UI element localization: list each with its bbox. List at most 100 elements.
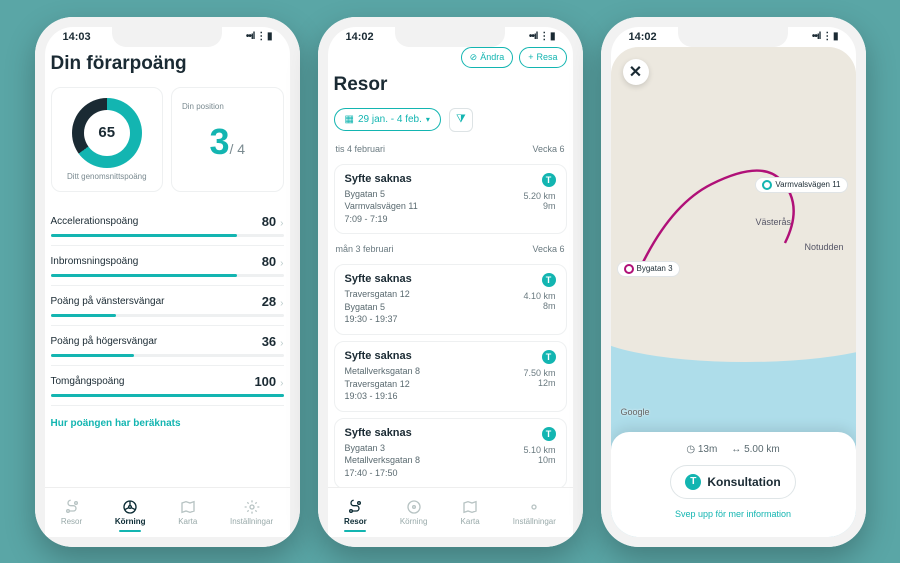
trip-card[interactable]: TSyfte saknasTraversgatan 12Bygatan 519:… xyxy=(334,264,567,335)
page-title: Din förarpoäng xyxy=(51,53,284,75)
metric-value: 80 xyxy=(262,254,276,269)
filter-button[interactable]: ⧩ xyxy=(449,108,473,132)
distance-stat: ↔ 5.00 km xyxy=(731,444,779,455)
day-header: tis 4 februariVecka 6 xyxy=(334,140,567,158)
signal-icons: ••ıl ⋮ ▮ xyxy=(246,31,272,42)
google-attribution: Google xyxy=(621,407,650,417)
metric-row[interactable]: Accelerationspoäng80› xyxy=(51,206,284,246)
chevron-right-icon: › xyxy=(280,298,283,309)
metric-value: 80 xyxy=(262,214,276,229)
avg-score-label: Ditt genomsnittspoäng xyxy=(62,172,153,182)
trip-distance: 7.50 km xyxy=(523,368,555,378)
metric-value: 100 xyxy=(254,374,276,389)
tab-resor[interactable]: Resor xyxy=(344,499,367,526)
category-badge-icon: T xyxy=(542,427,556,441)
edit-button[interactable]: ⊘Ändra xyxy=(461,47,514,68)
trip-times: 19:03 - 19:16 xyxy=(345,390,556,403)
map-view[interactable]: ✕ Varmvalsvägen 11 Bygatan 3 Västerås No… xyxy=(611,47,856,537)
notch xyxy=(112,27,222,47)
close-icon: ✕ xyxy=(629,62,642,82)
how-calculated-link[interactable]: Hur poängen har beräknats xyxy=(51,418,284,429)
trip-duration: 8m xyxy=(523,301,555,311)
close-button[interactable]: ✕ xyxy=(623,59,649,85)
gear-icon xyxy=(526,499,542,515)
add-trip-button[interactable]: +Resa xyxy=(519,47,566,68)
metric-label: Accelerationspoäng xyxy=(51,216,139,227)
trip-times: 17:40 - 17:50 xyxy=(345,467,556,480)
tab-korning[interactable]: Körning xyxy=(400,499,428,526)
metric-value: 36 xyxy=(262,334,276,349)
metric-row[interactable]: Poäng på vänstersvängar 28 › xyxy=(51,286,284,326)
metric-value: 28 xyxy=(262,294,276,309)
plus-icon: + xyxy=(528,52,533,62)
metric-label: Inbromsningspoäng xyxy=(51,256,139,267)
tab-bar: Resor Körning Karta Inställningar xyxy=(328,487,573,537)
metric-row[interactable]: Poäng på högersvängar36› xyxy=(51,326,284,366)
clock: 14:02 xyxy=(346,31,374,43)
tab-korning[interactable]: Körning xyxy=(115,499,146,526)
tab-installningar[interactable]: Inställningar xyxy=(513,499,556,526)
phone-driving-score: 14:03 ••ıl ⋮ ▮ Din förarpoäng 65 Ditt ge… xyxy=(35,17,300,547)
pin-dot-icon xyxy=(762,180,772,190)
duration-stat: ◷ 13m xyxy=(686,444,717,455)
gear-icon xyxy=(244,499,260,515)
city-label: Notudden xyxy=(804,242,843,252)
chevron-down-icon: ▾ xyxy=(426,115,430,124)
trip-title: Syfte saknas xyxy=(345,173,556,185)
steering-icon xyxy=(406,499,422,515)
page-title: Resor xyxy=(334,74,567,96)
purpose-chip[interactable]: TKonsultation xyxy=(670,465,795,499)
trip-title: Syfte saknas xyxy=(345,273,556,285)
signal-icons: ••ıl ⋮ ▮ xyxy=(812,31,838,42)
metric-row[interactable]: Inbromsningspoäng 80 › xyxy=(51,246,284,286)
destination-pin[interactable]: Varmvalsvägen 11 xyxy=(755,177,847,193)
position-label: Din position xyxy=(182,102,273,112)
trip-times: 19:30 - 19:37 xyxy=(345,313,556,326)
tab-bar: Resor Körning Karta Inställningar xyxy=(45,487,290,537)
metrics-list: Accelerationspoäng 80 › Inbromsningspoäng 80… xyxy=(51,206,284,406)
trip-card[interactable]: TSyfte saknasBygatan 5Varmvalsvägen 117:… xyxy=(334,164,567,235)
metric-row[interactable]: Tomgångspoäng 100 › xyxy=(51,366,284,406)
trip-duration: 10m xyxy=(523,455,555,465)
steering-icon xyxy=(122,499,138,515)
position-card[interactable]: Din position 3/ 4 xyxy=(171,87,284,193)
swipe-hint: Svep upp för mer information xyxy=(627,509,840,519)
city-label: Västerås xyxy=(756,217,792,227)
trip-card[interactable]: TSyfte saknasMetallverksgatan 8Traversga… xyxy=(334,341,567,412)
avg-score-card[interactable]: 65 Ditt genomsnittspoäng xyxy=(51,87,164,193)
map-icon xyxy=(180,499,196,515)
tab-karta[interactable]: Karta xyxy=(178,499,197,526)
clock: 14:02 xyxy=(629,31,657,43)
trip-distance: 5.10 km xyxy=(523,445,555,455)
chevron-right-icon: › xyxy=(280,258,283,269)
bottom-sheet[interactable]: ◷ 13m ↔ 5.00 km TKonsultation Svep upp f… xyxy=(611,432,856,537)
metric-label: Poäng på vänstersvängar xyxy=(51,296,165,307)
category-badge-icon: T xyxy=(542,173,556,187)
category-badge-icon: T xyxy=(685,474,701,490)
avg-score-value: 65 xyxy=(84,110,130,156)
tab-karta[interactable]: Karta xyxy=(461,499,480,526)
chevron-right-icon: › xyxy=(280,378,283,389)
tab-resor[interactable]: Resor xyxy=(61,499,82,526)
distance-icon: ↔ xyxy=(731,444,744,455)
phone-trips: 14:02 ••ıl ⋮ ▮ ⊘Ändra +Resa Resor ▦ 29 j… xyxy=(318,17,583,547)
trip-distance: 5.20 km xyxy=(523,191,555,201)
calendar-icon: ▦ xyxy=(345,114,354,125)
clock: 14:03 xyxy=(63,31,91,43)
map-icon xyxy=(462,499,478,515)
check-icon: ⊘ xyxy=(470,52,478,63)
trip-card[interactable]: TSyfte saknasBygatan 3Metallverksgatan 8… xyxy=(334,418,567,487)
metric-label: Poäng på högersvängar xyxy=(51,336,158,347)
metric-label: Tomgångspoäng xyxy=(51,376,125,387)
trip-title: Syfte saknas xyxy=(345,350,556,362)
position-total: / 4 xyxy=(229,141,245,157)
origin-pin[interactable]: Bygatan 3 xyxy=(617,261,680,277)
date-range-button[interactable]: ▦ 29 jan. - 4 feb. ▾ xyxy=(334,108,441,131)
trip-distance: 4.10 km xyxy=(523,291,555,301)
position-rank: 3 xyxy=(209,121,229,162)
notch xyxy=(395,27,505,47)
day-header: mån 3 februariVecka 6 xyxy=(334,240,567,258)
trip-title: Syfte saknas xyxy=(345,427,556,439)
trip-list[interactable]: tis 4 februariVecka 6 TSyfte saknasBygata… xyxy=(334,140,567,487)
tab-installningar[interactable]: Inställningar xyxy=(230,499,273,526)
